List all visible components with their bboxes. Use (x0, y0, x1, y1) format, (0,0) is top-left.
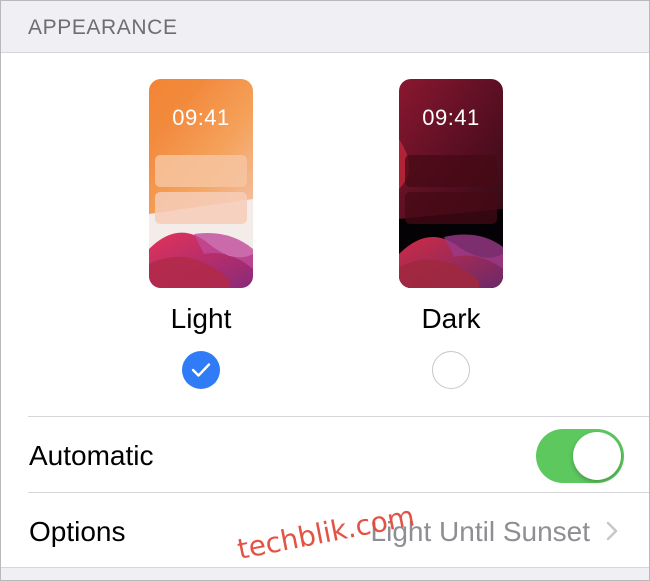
checkmark-icon (191, 363, 211, 377)
chevron-right-icon (606, 521, 618, 541)
light-preview-notification (155, 155, 247, 187)
dark-option-label: Dark (421, 303, 481, 334)
appearance-option-dark[interactable]: 09:41 Dark (371, 79, 531, 399)
toggle-knob (573, 432, 621, 480)
section-header-label: APPEARANCE (28, 16, 178, 39)
automatic-row: Automatic (28, 416, 649, 492)
light-radio-checked[interactable] (182, 351, 220, 389)
automatic-label: Automatic (29, 440, 154, 471)
appearance-option-light[interactable]: 09:41 Light (121, 79, 281, 399)
options-label: Options (29, 516, 126, 547)
dark-preview-time: 09:41 (422, 105, 480, 130)
dark-radio-unchecked[interactable] (432, 351, 470, 389)
light-option-label: Light (170, 303, 232, 334)
dark-mode-preview[interactable]: 09:41 (399, 79, 503, 288)
light-preview-time: 09:41 (172, 105, 230, 130)
dark-preview-notification (405, 155, 497, 187)
automatic-toggle[interactable] (536, 429, 624, 483)
section-header: APPEARANCE (1, 1, 649, 53)
dark-preview-notification (405, 192, 497, 224)
section-footer (1, 567, 649, 580)
appearance-settings-panel: APPEARANCE 09:41 Light 09:41 Dark Automa… (0, 0, 650, 581)
light-mode-preview[interactable]: 09:41 (149, 79, 253, 288)
light-preview-notification (155, 192, 247, 224)
